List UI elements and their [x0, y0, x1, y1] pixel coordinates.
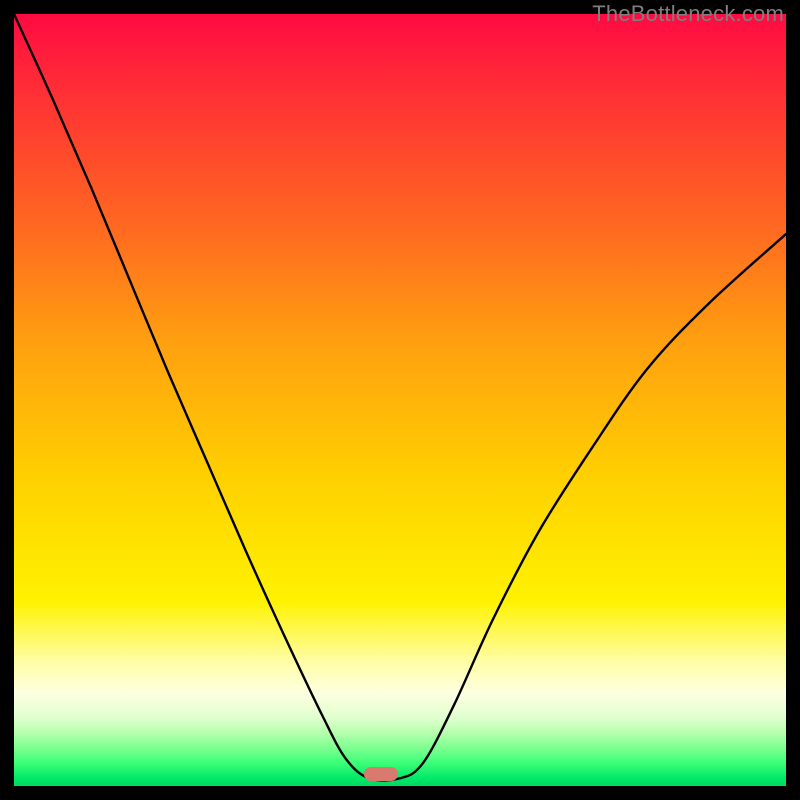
chart-frame: TheBottleneck.com [0, 0, 800, 800]
curve-path [14, 14, 786, 780]
bottleneck-curve [14, 14, 786, 786]
optimal-marker [364, 767, 398, 781]
plot-area [14, 14, 786, 786]
watermark-text: TheBottleneck.com [592, 1, 784, 27]
